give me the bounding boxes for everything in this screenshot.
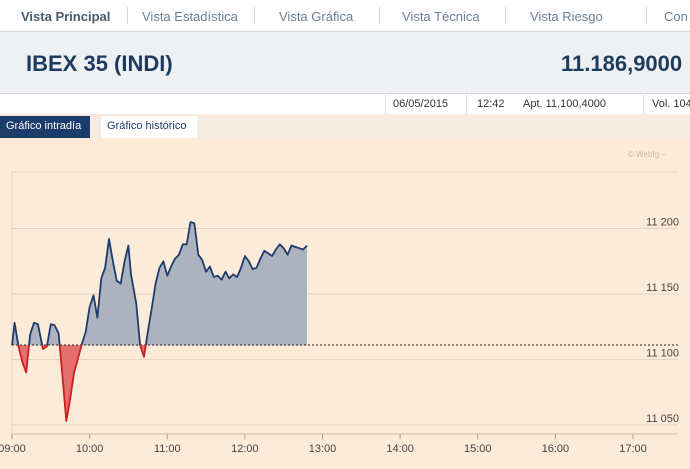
x-tick-label: 13:00 [309, 443, 337, 455]
nav-divider [505, 7, 506, 24]
x-tick-label: 14:00 [386, 443, 414, 455]
nav-divider [646, 7, 647, 24]
top-navigation: Vista Principal Vista Estadística Vista Gr… [0, 0, 690, 32]
quote-date: 06/05/2015 [393, 98, 449, 110]
nav-tab-2[interactable]: Vista Gráfica [279, 9, 353, 24]
nav-tab-3[interactable]: Vista Técnica [402, 9, 480, 24]
x-tick-label: 15:00 [464, 443, 492, 455]
y-tick-label: 11 150 [646, 282, 679, 294]
intraday-chart: © Webfg – 11 050 11 100 11 150 11 200 09:00 1… [0, 138, 690, 469]
divider [643, 94, 644, 114]
x-tick-label: 10:00 [76, 443, 104, 455]
area-above-reference [12, 222, 307, 346]
y-tick-label: 11 200 [646, 217, 679, 229]
nav-tab-1[interactable]: Vista Estadística [142, 9, 238, 24]
divider [466, 94, 467, 114]
nav-divider [379, 7, 380, 24]
x-tick-label: 11:00 [154, 443, 181, 455]
volume: Vol. 104 [652, 98, 690, 110]
divider [385, 94, 386, 114]
x-tick-label: 09:00 [0, 443, 26, 455]
quote-time: 12:42 [477, 98, 505, 110]
x-tick-label: 12:00 [231, 443, 259, 455]
nav-tab-4[interactable]: Vista Riesgo [530, 9, 603, 24]
nav-divider [127, 7, 128, 24]
y-tick-label: 11 050 [646, 413, 679, 425]
x-tick-label: 17:00 [619, 443, 647, 455]
opening-price: Apt. 11.100,4000 [523, 98, 606, 110]
chart-canvas: 11 050 11 100 11 150 11 200 09:00 10:00 11:00 1… [0, 171, 679, 455]
instrument-header: IBEX 35 (INDI) 11.186,9000 [0, 32, 690, 94]
x-tick-label: 16:00 [542, 443, 570, 455]
tab-grafico-intradia[interactable]: Gráfico intradía [0, 116, 90, 138]
y-tick-label: 11 100 [646, 347, 679, 359]
chart-tabs: Gráfico intradía Gráfico histórico [0, 114, 690, 138]
nav-tab-5[interactable]: Con [664, 9, 688, 24]
nav-divider [254, 7, 255, 24]
tab-grafico-historico[interactable]: Gráfico histórico [101, 116, 197, 138]
instrument-name: IBEX 35 (INDI) [26, 51, 173, 76]
instrument-price: 11.186,9000 [561, 51, 683, 76]
quote-info-row: 06/05/2015 12:42 Apt. 11.100,4000 Vol. 1… [0, 94, 690, 114]
nav-tab-0[interactable]: Vista Principal [21, 9, 110, 24]
